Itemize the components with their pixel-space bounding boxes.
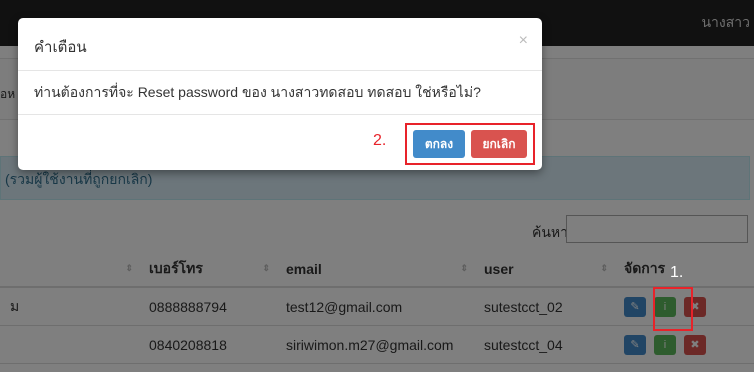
annotation-highlight-2: ตกลง ยกเลิก [405,123,535,165]
cancel-button[interactable]: ยกเลิก [471,130,527,158]
dialog-title: คำเตือน [34,39,87,56]
close-icon[interactable]: × [519,32,528,50]
confirm-dialog: คำเตือน × ท่านต้องการที่จะ Reset passwor… [18,18,542,170]
dialog-footer: 2. ตกลง ยกเลิก [18,114,542,171]
annotation-label-1: 1. [670,264,684,281]
dialog-header: คำเตือน × [18,18,542,71]
annotation-label-2: 2. [373,132,387,149]
dialog-message: ท่านต้องการที่จะ Reset password ของ นางส… [34,84,481,100]
confirm-button[interactable]: ตกลง [413,130,465,158]
annotation-highlight-1 [653,287,693,331]
